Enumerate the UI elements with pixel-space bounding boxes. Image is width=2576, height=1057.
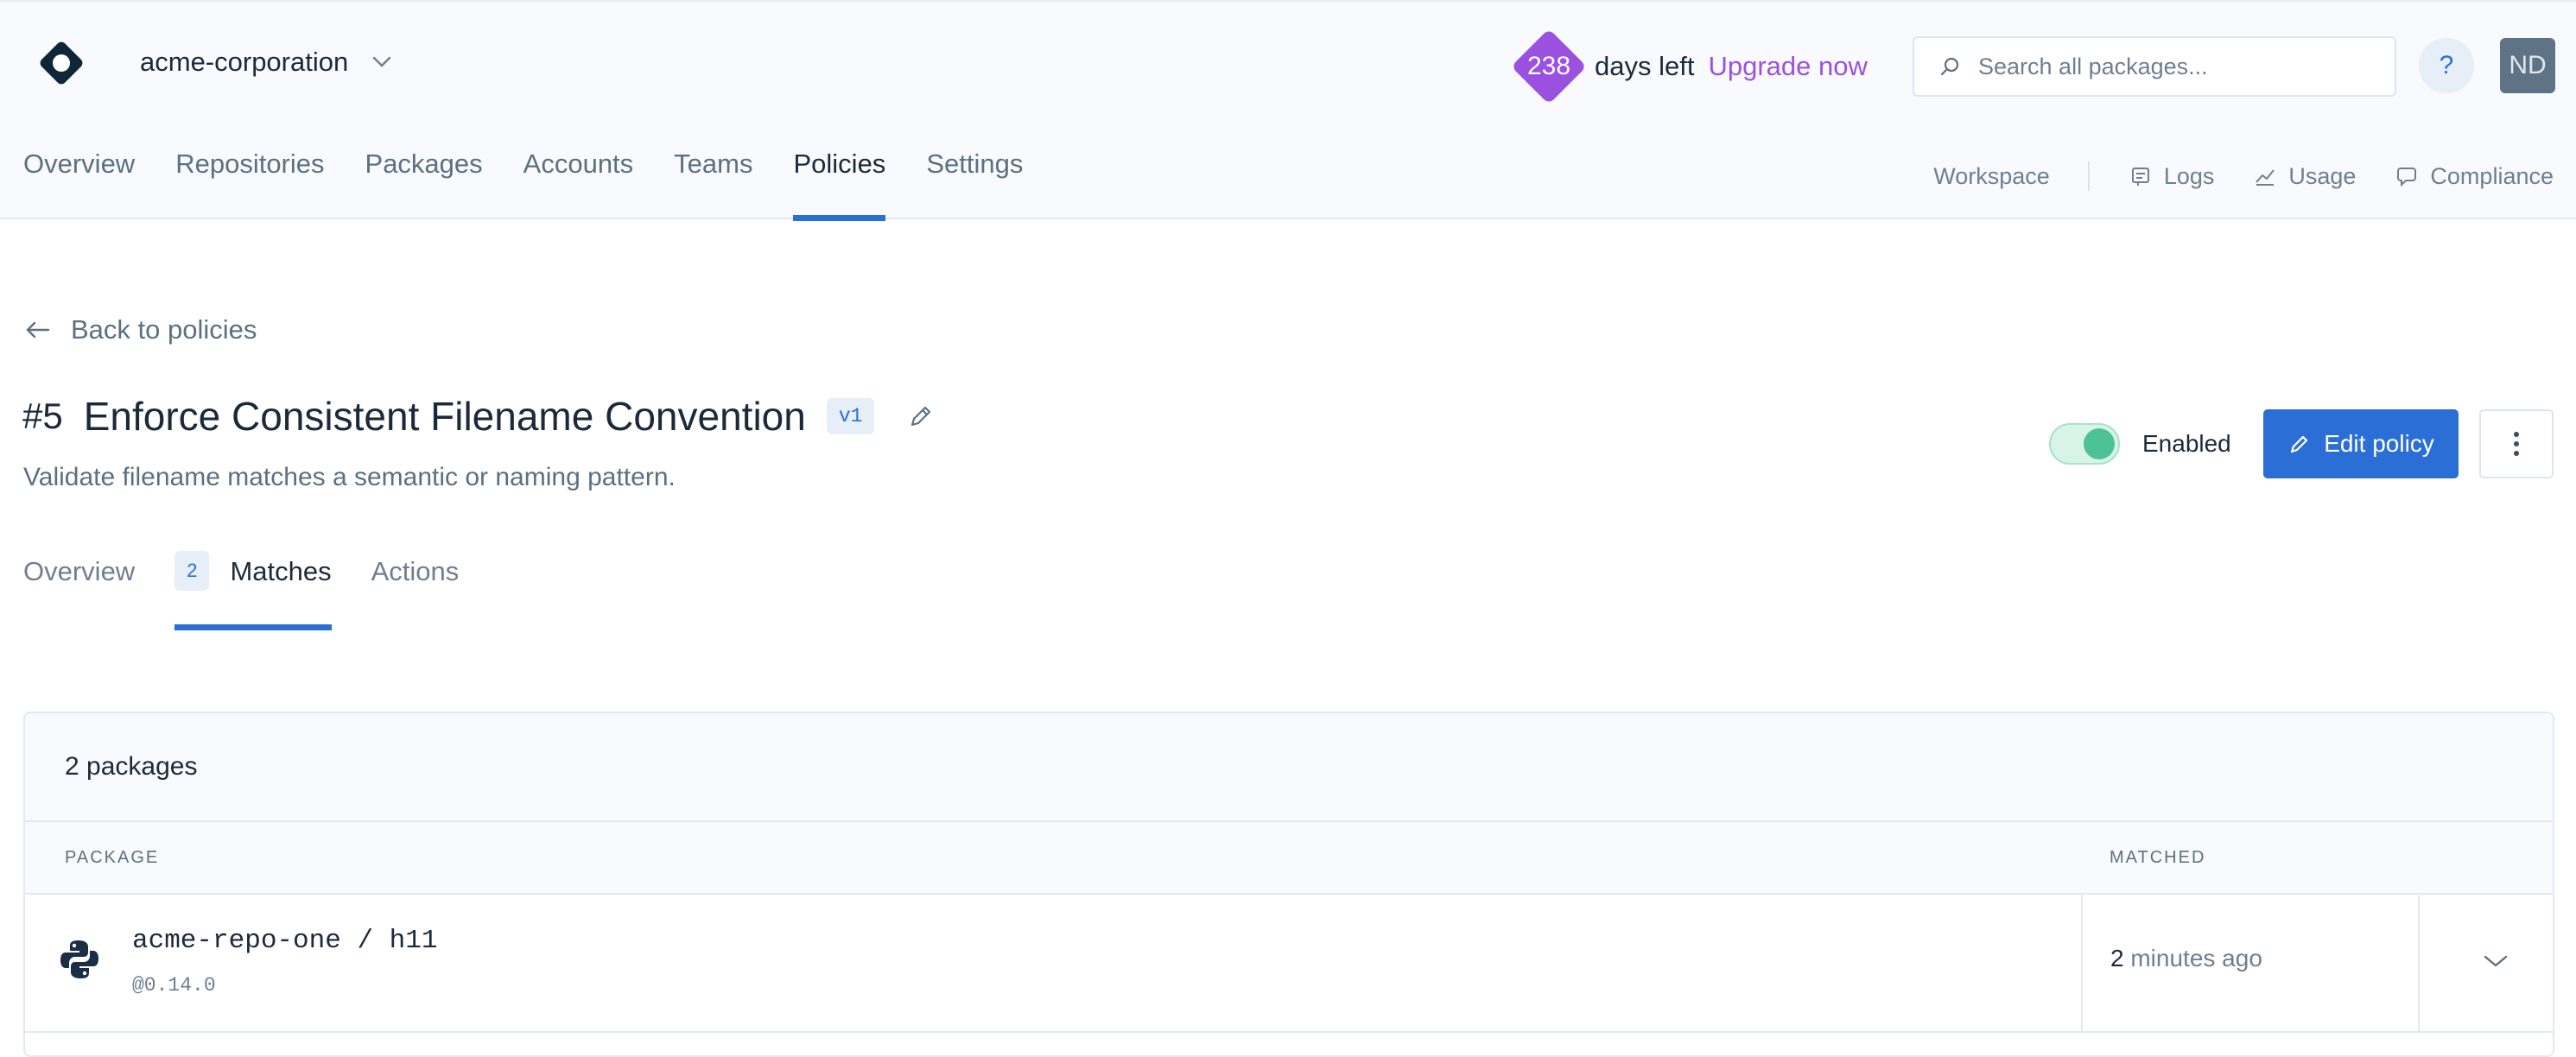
- nav-policies[interactable]: Policies: [793, 149, 885, 221]
- matched-time: 2 minutes ago: [2110, 945, 2262, 972]
- more-vertical-icon: [2514, 432, 2519, 456]
- nav-accounts[interactable]: Accounts: [523, 149, 634, 221]
- usage-link[interactable]: Usage: [2254, 163, 2356, 190]
- column-header-package[interactable]: PACKAGE: [65, 848, 159, 868]
- python-icon: [60, 940, 98, 978]
- matches-card: 2 packages PACKAGE MATCHED acme-repo-one…: [23, 712, 2554, 1057]
- search-icon: [1940, 57, 1959, 76]
- more-options-button[interactable]: [2479, 409, 2554, 478]
- nav-settings[interactable]: Settings: [926, 149, 1023, 221]
- arrow-left-icon: [26, 321, 50, 339]
- table-row[interactable]: acme-repo-one / h11 @0.14.0 2 minutes ag…: [25, 895, 2553, 1033]
- help-button[interactable]: ?: [2419, 38, 2474, 93]
- divider: [2087, 161, 2090, 191]
- top-header: acme-corporation 238 days left Upgrade n…: [0, 0, 2576, 221]
- trial-days-badge: 238: [1510, 28, 1588, 105]
- tab-overview[interactable]: Overview: [23, 556, 135, 630]
- nav-packages[interactable]: Packages: [365, 149, 483, 221]
- search-input[interactable]: [1978, 53, 2376, 80]
- policy-title-row: #5 Enforce Consistent Filename Conventio…: [22, 390, 935, 442]
- main-nav: Overview Repositories Packages Accounts …: [0, 149, 1040, 221]
- trial-status: 238 days left Upgrade now: [1510, 28, 1868, 105]
- policy-description: Validate filename matches a semantic or …: [23, 463, 676, 491]
- logs-link[interactable]: Logs: [2129, 163, 2214, 190]
- enabled-toggle[interactable]: [2049, 423, 2120, 465]
- org-switcher[interactable]: acme-corporation: [140, 47, 391, 78]
- table-header: PACKAGE MATCHED: [25, 822, 2553, 895]
- packages-summary: 2 packages: [25, 713, 2553, 822]
- trial-days-label: days left: [1595, 51, 1695, 81]
- policy-number: #5: [22, 396, 63, 436]
- compliance-link[interactable]: Compliance: [2395, 163, 2554, 190]
- enabled-label: Enabled: [2142, 430, 2231, 457]
- search-box[interactable]: [1913, 36, 2396, 97]
- matches-count-badge: 2: [174, 551, 210, 591]
- upgrade-link[interactable]: Upgrade now: [1708, 51, 1867, 82]
- page-title: Enforce Consistent Filename Convention: [83, 394, 806, 439]
- policy-tabs: Overview 2 Matches Actions: [0, 551, 460, 630]
- column-divider: [2081, 895, 2083, 1031]
- enabled-control: Enabled: [2049, 423, 2231, 465]
- workspace-nav: Workspace Logs Usage Compliance: [1933, 159, 2554, 193]
- package-version: @0.14.0: [132, 974, 216, 997]
- nav-overview[interactable]: Overview: [23, 149, 135, 221]
- column-divider: [2418, 895, 2420, 1031]
- compliance-icon: [2397, 168, 2417, 187]
- logo-icon[interactable]: [35, 36, 88, 90]
- chart-line-icon: [2256, 169, 2275, 186]
- pencil-icon: [2291, 435, 2308, 453]
- package-name[interactable]: acme-repo-one / h11: [132, 926, 437, 956]
- column-header-matched[interactable]: MATCHED: [2110, 848, 2205, 868]
- version-badge: v1: [826, 398, 875, 434]
- nav-teams[interactable]: Teams: [674, 149, 752, 221]
- tab-matches[interactable]: 2 Matches: [174, 551, 333, 630]
- user-avatar[interactable]: ND: [2500, 38, 2555, 93]
- org-name: acme-corporation: [140, 47, 349, 77]
- chevron-down-icon[interactable]: [2478, 948, 2513, 974]
- back-link[interactable]: Back to policies: [24, 314, 257, 345]
- tab-actions[interactable]: Actions: [371, 556, 460, 630]
- edit-title-pencil-icon[interactable]: [907, 402, 935, 430]
- logs-icon: [2131, 168, 2149, 186]
- nav-repositories[interactable]: Repositories: [175, 149, 324, 221]
- toggle-knob: [2084, 428, 2115, 459]
- edit-policy-button[interactable]: Edit policy: [2263, 409, 2459, 478]
- workspace-label[interactable]: Workspace: [1933, 163, 2050, 190]
- chevron-down-icon: [373, 56, 391, 67]
